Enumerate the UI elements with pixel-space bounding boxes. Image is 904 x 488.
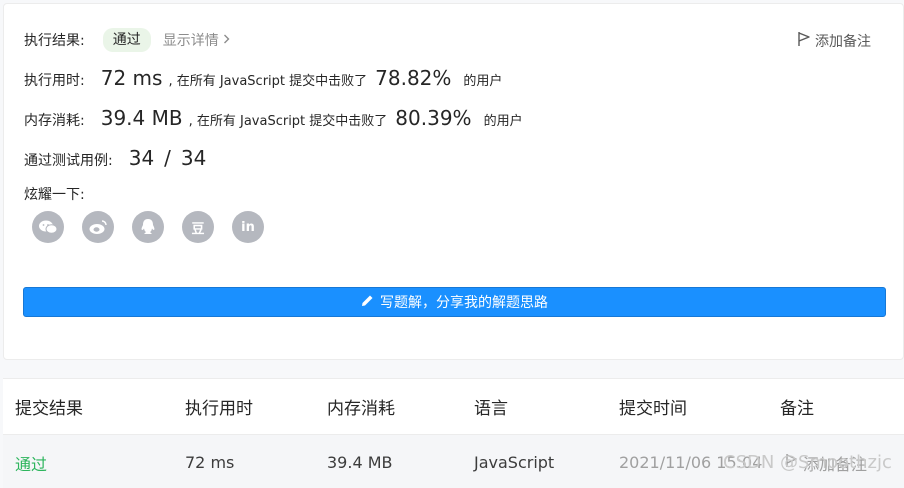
row-runtime: 72 ms: [185, 453, 235, 472]
row-add-note-button[interactable]: 添加备注: [785, 435, 867, 488]
tests-row: 通过测试用例: 34 / 34: [24, 146, 206, 170]
tests-label: 通过测试用例:: [24, 153, 113, 169]
tests-total: 34: [180, 146, 207, 170]
runtime-tail: 的用户: [463, 74, 503, 89]
share-row: 炫耀一下:: [24, 184, 85, 204]
show-details-label: 显示详情: [162, 33, 219, 49]
memory-mid-text: , 在所有 JavaScript 提交中击败了: [188, 114, 388, 129]
runtime-value: 72 ms: [100, 66, 163, 90]
add-note-label: 添加备注: [815, 34, 871, 50]
wechat-icon[interactable]: [32, 211, 64, 243]
show-details-link[interactable]: 显示详情: [163, 30, 230, 50]
header-result: 提交结果: [15, 399, 83, 419]
tests-separator: /: [164, 146, 171, 170]
header-submit-time: 提交时间: [619, 399, 687, 419]
runtime-mid-text: , 在所有 JavaScript 提交中击败了: [168, 74, 368, 89]
row-language: JavaScript: [474, 453, 555, 472]
header-memory: 内存消耗: [327, 399, 395, 419]
runtime-label: 执行用时:: [24, 73, 85, 89]
write-solution-button[interactable]: 写题解，分享我的解题思路: [23, 287, 886, 317]
row-add-note-label: 添加备注: [803, 454, 868, 474]
header-runtime: 执行用时: [185, 399, 253, 419]
result-label: 执行结果:: [24, 33, 85, 49]
memory-row: 内存消耗: 39.4 MB , 在所有 JavaScript 提交中击败了 80…: [24, 106, 523, 130]
row-submit-time: 2021/11/06 15:04: [619, 453, 763, 472]
flag-icon: [785, 453, 798, 472]
submissions-table: 提交结果 执行用时 内存消耗 语言 提交时间 备注 通过 72 ms 39.4 …: [3, 378, 904, 488]
memory-tail: 的用户: [483, 114, 523, 129]
memory-percent: 80.39%: [395, 106, 472, 130]
linkedin-icon[interactable]: in: [232, 211, 264, 243]
qq-icon[interactable]: [132, 211, 164, 243]
flag-icon: [797, 31, 811, 51]
table-header: 提交结果 执行用时 内存消耗 语言 提交时间 备注: [3, 379, 904, 434]
tests-passed: 34: [128, 146, 155, 170]
weibo-icon[interactable]: [82, 211, 114, 243]
douban-icon[interactable]: 豆: [182, 211, 214, 243]
header-language: 语言: [474, 399, 508, 419]
memory-value: 39.4 MB: [100, 106, 183, 130]
share-label: 炫耀一下:: [24, 187, 85, 203]
runtime-row: 执行用时: 72 ms , 在所有 JavaScript 提交中击败了 78.8…: [24, 66, 502, 90]
row-status[interactable]: 通过: [15, 435, 47, 488]
pencil-icon: [361, 294, 374, 311]
runtime-percent: 78.82%: [375, 66, 452, 90]
share-icons: 豆 in: [32, 211, 264, 243]
header-note: 备注: [780, 399, 814, 419]
memory-label: 内存消耗:: [24, 113, 85, 129]
result-row: 执行结果: 通过 显示详情: [24, 28, 230, 52]
row-memory: 39.4 MB: [327, 453, 393, 472]
linkedin-glyph: in: [241, 219, 255, 235]
chevron-right-icon: [223, 32, 230, 48]
add-note-button[interactable]: 添加备注: [797, 31, 871, 51]
status-badge: 通过: [102, 28, 151, 52]
write-solution-label: 写题解，分享我的解题思路: [380, 295, 548, 311]
douban-glyph: 豆: [191, 221, 205, 237]
submission-result-card: 执行结果: 通过 显示详情 添加备注 执行用时: 72 ms , 在所有 Jav…: [3, 3, 904, 360]
table-row[interactable]: 通过 72 ms 39.4 MB JavaScript 2021/11/06 1…: [3, 434, 904, 488]
